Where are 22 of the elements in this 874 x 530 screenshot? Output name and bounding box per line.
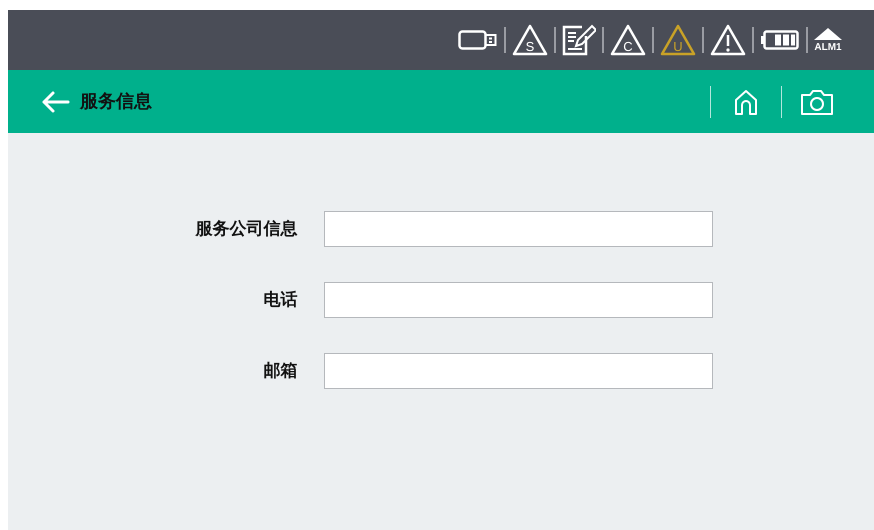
back-arrow-icon xyxy=(40,90,70,114)
icon-letter: S xyxy=(524,40,536,53)
home-icon xyxy=(734,88,758,116)
page-title: 服务信息 xyxy=(80,90,152,113)
input-field[interactable] xyxy=(324,211,712,247)
input-field[interactable] xyxy=(324,353,712,389)
icon-letter: C xyxy=(622,40,634,53)
triangle-icon xyxy=(660,24,696,56)
document-edit-icon xyxy=(562,24,596,56)
warning-icon xyxy=(710,24,746,56)
triangle-icon xyxy=(610,24,646,56)
icon-letter: U xyxy=(672,40,684,53)
field-label: 邮箱 xyxy=(262,360,298,382)
field-label: 服务公司信息 xyxy=(194,218,298,240)
battery-icon xyxy=(760,29,800,51)
camera-icon xyxy=(800,88,834,116)
alarm-label: ALM1 xyxy=(814,42,842,52)
up-arrow-icon xyxy=(814,28,842,40)
input-field[interactable] xyxy=(324,282,712,318)
field-label: 电话 xyxy=(262,289,298,312)
usb-drive-icon xyxy=(458,29,498,51)
triangle-icon xyxy=(512,24,548,56)
